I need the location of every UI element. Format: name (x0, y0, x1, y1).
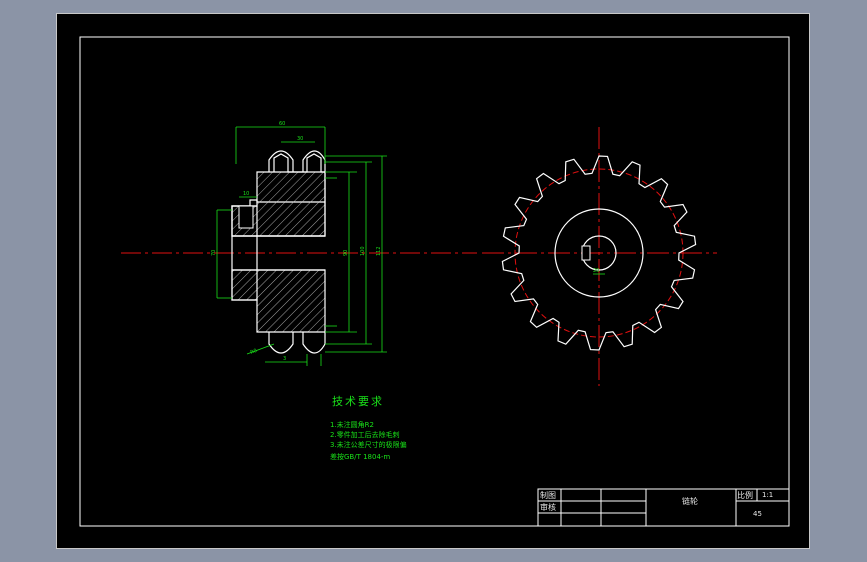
tech-item-1: 1.未注圆角R2 (330, 420, 374, 429)
dim-tip-dia: 112 (376, 246, 382, 256)
tech-item-3: 3.未注公差尺寸的极限偏 (330, 440, 407, 449)
tb-part-name: 链轮 (682, 496, 698, 506)
dim-angle-note: R0 (250, 348, 258, 356)
tb-checked-label: 审核 (540, 502, 556, 512)
front-view: 20 (482, 127, 717, 386)
tech-item-4: 差按GB/T 1804-m (330, 452, 390, 461)
tb-drawn-label: 制图 (540, 490, 556, 500)
tech-requirements: 技术要求 1.未注圆角R2 2.零件加工后去除毛刺 3.未注公差尺寸的极限偏 差… (330, 395, 407, 461)
tech-item-2: 2.零件加工后去除毛刺 (330, 430, 400, 439)
tech-title: 技术要求 (332, 395, 384, 408)
dim-bore-dia: 70 (211, 250, 217, 256)
dim-groove-width: 10 (243, 191, 249, 197)
dim-keyway-width: 20 (593, 268, 599, 274)
dim-root-dia: 100 (360, 246, 366, 256)
section-tooth-bottom (268, 332, 326, 354)
dim-bottom-small: 3 (283, 356, 286, 362)
tb-material: 45 (753, 510, 762, 518)
tb-scale-value: 1:1 (762, 491, 773, 499)
section-tooth-top (268, 150, 326, 172)
keyway-front (581, 245, 591, 261)
dim-hub-dia: 90 (343, 250, 349, 256)
dim-hub-width: 30 (297, 136, 303, 142)
drawing-sheet: 60 30 10 70 90 100 112 R0 3 20 技术要求 1.未注… (56, 13, 810, 549)
dim-overall-width: 60 (279, 121, 285, 127)
keyway-section (238, 205, 254, 229)
section-lower-hatch (231, 269, 326, 333)
section-view: 60 30 10 70 90 100 112 R0 3 (121, 121, 477, 366)
tb-scale-label: 比例 (737, 490, 753, 500)
cad-drawing: 60 30 10 70 90 100 112 R0 3 20 技术要求 1.未注… (79, 36, 790, 527)
inner-frame (79, 36, 790, 527)
